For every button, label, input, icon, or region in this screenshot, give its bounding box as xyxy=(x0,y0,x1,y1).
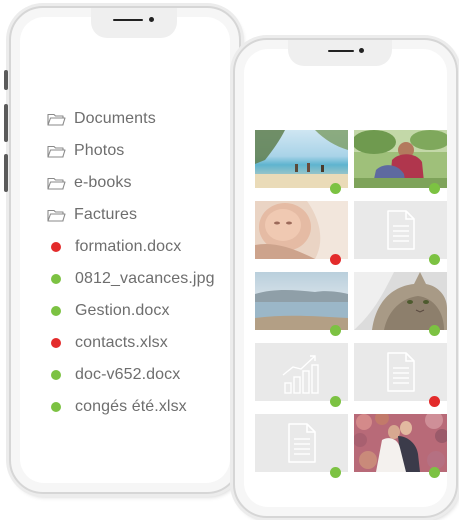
file-name: 0812_vacances.jpg xyxy=(75,270,215,287)
file-name: Documents xyxy=(74,110,156,127)
status-dot xyxy=(51,306,61,316)
file-thumbnail[interactable] xyxy=(354,343,447,407)
file-thumbnail[interactable] xyxy=(354,130,447,194)
file-thumbnail[interactable] xyxy=(255,414,348,478)
sync-status-dot xyxy=(429,325,440,336)
right-phone-frame xyxy=(233,38,458,518)
file-name: contacts.xlsx xyxy=(75,334,168,351)
status-dot xyxy=(51,402,61,412)
file-item[interactable]: contacts.xlsx xyxy=(47,327,215,359)
file-name: congés été.xlsx xyxy=(75,398,187,415)
file-name: formation.docx xyxy=(75,238,182,255)
file-name: e-books xyxy=(74,174,132,191)
status-dot xyxy=(51,242,61,252)
sync-status-dot xyxy=(330,254,341,265)
sync-status-dot xyxy=(330,325,341,336)
file-item[interactable]: 0812_vacances.jpg xyxy=(47,263,215,295)
file-item[interactable]: congés été.xlsx xyxy=(47,391,215,423)
sync-status-dot xyxy=(429,467,440,478)
file-item[interactable]: Gestion.docx xyxy=(47,295,215,327)
folder-icon xyxy=(47,209,66,222)
sync-status-dot xyxy=(330,467,341,478)
folder-item[interactable]: Factures xyxy=(47,199,215,231)
document-icon xyxy=(387,210,415,250)
file-thumbnail[interactable] xyxy=(255,201,348,265)
file-thumbnail[interactable] xyxy=(354,414,447,478)
file-thumbnail[interactable] xyxy=(255,130,348,194)
folder-item[interactable]: Documents xyxy=(47,103,215,135)
left-phone-screen: Documents Photos e-books Factures formation.… xyxy=(20,17,230,483)
sync-status-dot xyxy=(429,183,440,194)
folder-icon xyxy=(47,145,66,158)
status-dot xyxy=(51,370,61,380)
file-name: Gestion.docx xyxy=(75,302,170,319)
chart-icon xyxy=(255,343,348,401)
file-thumbnail[interactable] xyxy=(354,201,447,265)
front-camera xyxy=(359,48,364,53)
sync-status-dot xyxy=(429,396,440,407)
speaker xyxy=(113,19,143,21)
folder-icon xyxy=(47,177,66,190)
phone-notch xyxy=(288,40,392,66)
right-phone-screen xyxy=(244,49,447,507)
file-item[interactable]: doc-v652.docx xyxy=(47,359,215,391)
sync-status-dot xyxy=(330,183,341,194)
file-thumbnail[interactable] xyxy=(255,343,348,407)
sync-status-dot xyxy=(429,254,440,265)
file-thumbnail[interactable] xyxy=(255,272,348,336)
document-icon xyxy=(288,423,316,463)
folder-item[interactable]: e-books xyxy=(47,167,215,199)
front-camera xyxy=(149,17,154,22)
file-name: Factures xyxy=(74,206,138,223)
status-dot xyxy=(51,274,61,284)
speaker xyxy=(328,50,354,52)
file-name: doc-v652.docx xyxy=(75,366,181,383)
phone-notch xyxy=(91,8,177,38)
side-button xyxy=(4,154,8,192)
sync-status-dot xyxy=(330,396,341,407)
file-name: Photos xyxy=(74,142,125,159)
status-dot xyxy=(51,338,61,348)
folder-item[interactable]: Photos xyxy=(47,135,215,167)
file-thumbnail[interactable] xyxy=(354,272,447,336)
file-list: Documents Photos e-books Factures formation.… xyxy=(47,103,215,423)
document-icon xyxy=(387,352,415,392)
left-phone-frame: Documents Photos e-books Factures formation.… xyxy=(4,6,246,494)
folder-icon xyxy=(47,113,66,126)
side-button xyxy=(4,104,8,142)
side-button xyxy=(4,70,8,90)
file-item[interactable]: formation.docx xyxy=(47,231,215,263)
